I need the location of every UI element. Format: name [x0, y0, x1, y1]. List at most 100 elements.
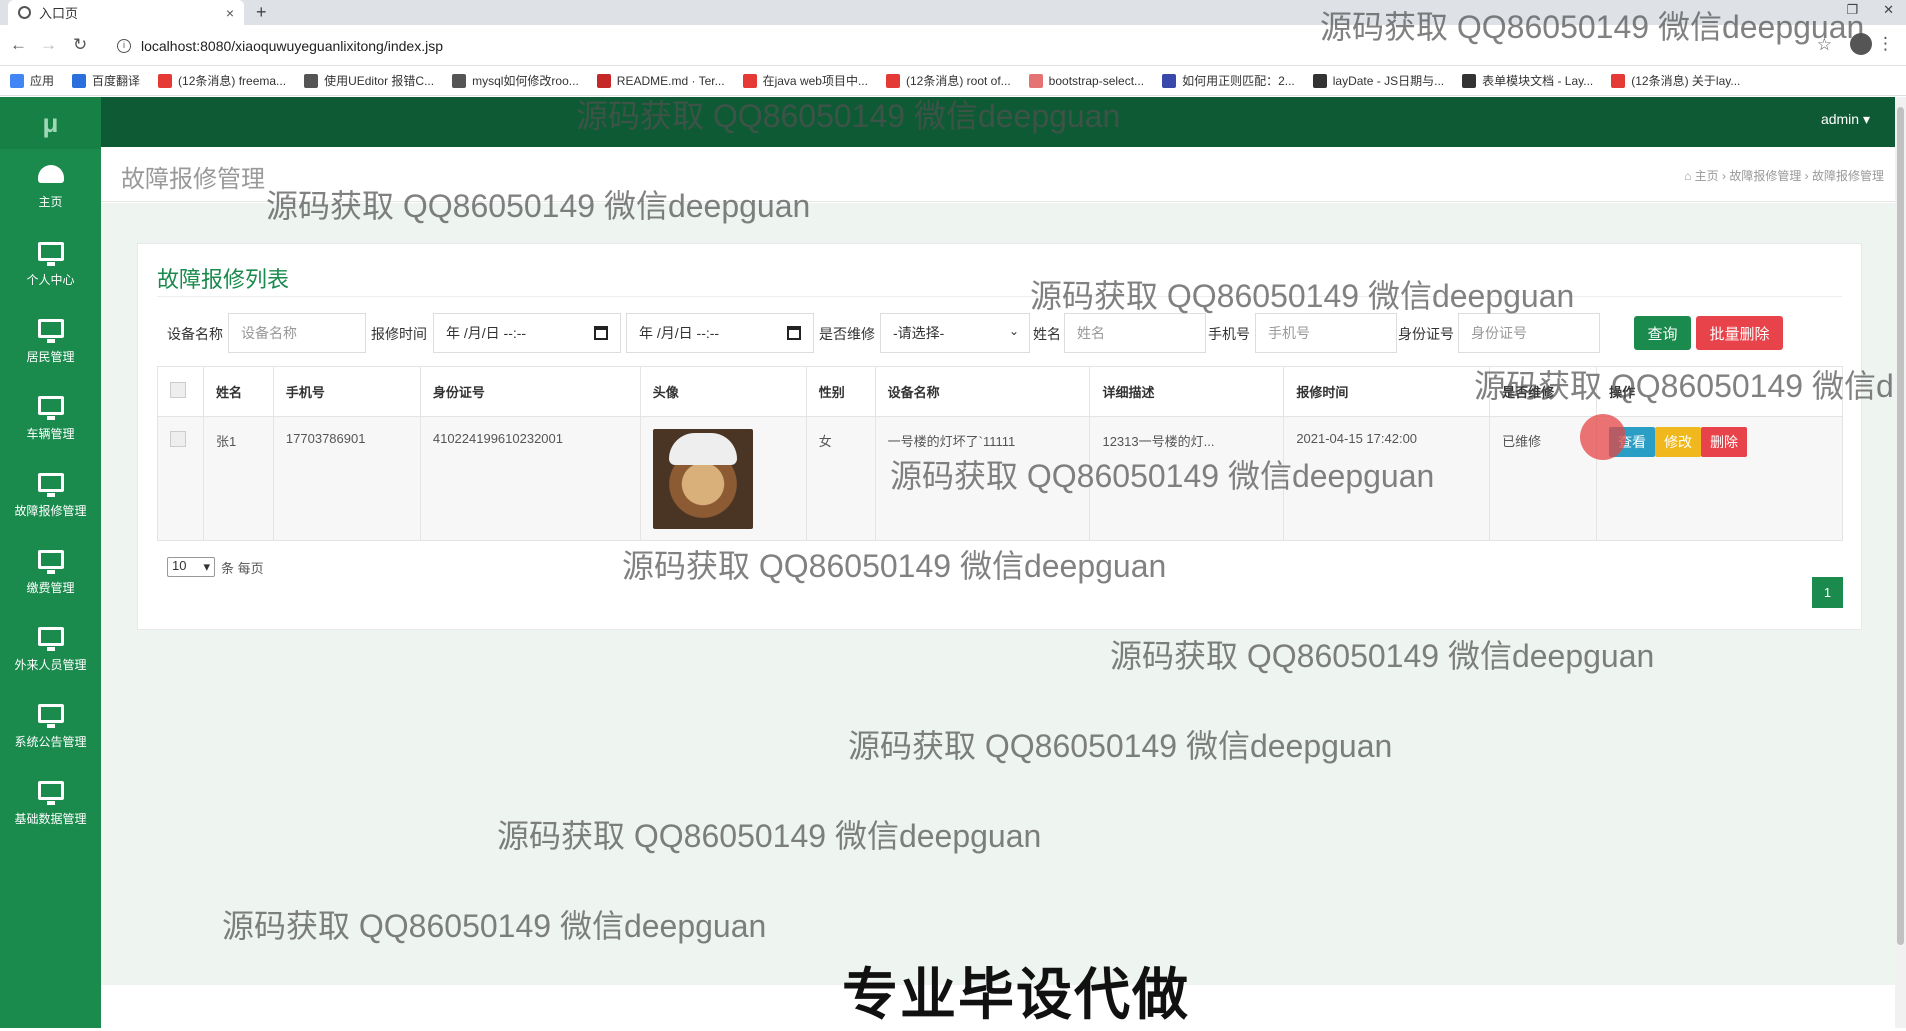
- watermark-text: 源码获取 QQ86050149 微信deepguan: [1110, 638, 1655, 674]
- sidebar-item-label: 车辆管理: [26, 426, 75, 441]
- bookmark-label: 表单模块文档 - Lay...: [1482, 74, 1594, 88]
- sidebar-item-label: 基础数据管理: [14, 811, 87, 826]
- bookmark-item[interactable]: 如何用正则匹配：2...: [1162, 72, 1295, 89]
- date-end-input[interactable]: 年 /月/日 --:--: [626, 313, 814, 353]
- bookmark-label: 如何用正则匹配：2...: [1182, 74, 1295, 88]
- cell-phone: 17703786901: [272, 416, 421, 541]
- cell-actions: 查看 修改 删除: [1596, 416, 1843, 541]
- column-header: 报修时间: [1283, 366, 1491, 417]
- bookmark-label: 百度翻译: [92, 74, 141, 88]
- panel-divider: [157, 296, 1842, 297]
- column-header: 头像: [639, 366, 807, 417]
- bookmark-item[interactable]: 在java web项目中...: [742, 72, 868, 89]
- device-name-input[interactable]: 设备名称: [228, 313, 366, 353]
- repaired-select[interactable]: -请选择- ⌄: [880, 313, 1030, 353]
- filter-bar: 设备名称 设备名称 报修时间 年 /月/日 --:-- 年 /月/日 --:--…: [138, 313, 1863, 355]
- bookmark-item[interactable]: layDate - JS日期与...: [1312, 72, 1444, 89]
- sidebar-item[interactable]: 系统公告管理: [0, 688, 101, 765]
- sidebar-item[interactable]: 居民管理: [0, 303, 101, 380]
- page-scrollbar[interactable]: [1895, 97, 1906, 1028]
- monitor-icon: [37, 780, 64, 805]
- batch-delete-button[interactable]: 批量删除: [1696, 316, 1783, 350]
- bookmark-item[interactable]: (12条消息) freema...: [158, 72, 286, 89]
- phone-input[interactable]: 手机号: [1255, 313, 1397, 353]
- search-button[interactable]: 查询: [1634, 316, 1691, 350]
- bookmark-item[interactable]: 表单模块文档 - Lay...: [1462, 72, 1593, 89]
- sidebar-item[interactable]: 外来人员管理: [0, 611, 101, 688]
- select-all-cell: [157, 366, 204, 417]
- bookmark-label: (12条消息) 关于lay...: [1631, 74, 1741, 88]
- monitor-icon: [37, 395, 64, 420]
- column-header: 设备名称: [874, 366, 1091, 417]
- user-menu[interactable]: admin ▾: [1821, 111, 1870, 128]
- bookmark-item[interactable]: 使用UEditor 报错C...: [304, 72, 434, 89]
- watermark-text: 源码获取 QQ86050149 微信deepguan: [1474, 368, 1906, 404]
- sidebar-item[interactable]: 缴费管理: [0, 534, 101, 611]
- bookmark-favicon-icon: [10, 73, 24, 88]
- page-size-control: 10 条 每页: [167, 557, 264, 577]
- bookmark-item[interactable]: (12条消息) 关于lay...: [1611, 72, 1740, 89]
- column-header: 身份证号: [419, 366, 641, 417]
- row-select-cell: [157, 416, 204, 541]
- sidebar-item[interactable]: 主页: [0, 149, 101, 226]
- bookmark-favicon-icon: [1312, 73, 1327, 88]
- watermark-text: 源码获取 QQ86050149 微信deepguan: [576, 98, 1121, 134]
- back-arrow-icon[interactable]: ←: [10, 35, 27, 55]
- monitor-icon: [37, 626, 64, 651]
- bookmark-item[interactable]: (12条消息) root of...: [885, 72, 1011, 89]
- tab-close-icon[interactable]: ×: [226, 5, 234, 21]
- sidebar-item-label: 主页: [38, 195, 63, 209]
- bookmark-item[interactable]: bootstrap-select...: [1028, 73, 1145, 88]
- bookmark-favicon-icon: [452, 73, 467, 88]
- edit-button[interactable]: 修改: [1655, 427, 1702, 457]
- select-all-checkbox[interactable]: [170, 382, 186, 398]
- phone-label: 手机号: [1208, 326, 1250, 342]
- bookmark-item[interactable]: 百度翻译: [72, 72, 140, 89]
- chevron-down-icon: ⌄: [1008, 324, 1019, 338]
- scrollbar-thumb[interactable]: [1897, 107, 1904, 945]
- calendar-icon[interactable]: [787, 326, 801, 340]
- calendar-icon[interactable]: [594, 326, 608, 340]
- pagination-page[interactable]: 1: [1812, 577, 1843, 608]
- promo-banner: 专业毕设代做: [842, 963, 1190, 1026]
- watermark-text: 源码获取 QQ86050149 微信deepguan: [1030, 278, 1575, 314]
- sidebar-item[interactable]: 基础数据管理: [0, 765, 101, 842]
- close-window-icon[interactable]: ✕: [1883, 2, 1894, 18]
- row-checkbox[interactable]: [170, 431, 186, 447]
- delete-button[interactable]: 删除: [1701, 427, 1748, 457]
- bookmark-favicon-icon: [885, 73, 900, 88]
- name-label: 姓名: [1033, 326, 1061, 342]
- browser-tab[interactable]: 入口页 ×: [8, 0, 244, 25]
- bookmark-favicon-icon: [1162, 73, 1177, 88]
- app-logo[interactable]: μ: [0, 97, 101, 149]
- bookmark-item[interactable]: 应用: [10, 72, 54, 89]
- bookmark-favicon-icon: [1462, 73, 1477, 88]
- breadcrumb: ⌂ 主页 › 故障报修管理 › 故障报修管理: [1684, 169, 1884, 183]
- idcard-label: 身份证号: [1398, 326, 1454, 342]
- bookmark-item[interactable]: README.md · Ter...: [596, 73, 725, 88]
- date-start-input[interactable]: 年 /月/日 --:--: [433, 313, 621, 353]
- page-size-select[interactable]: 10: [167, 557, 215, 577]
- watermark-text: 源码获取 QQ86050149 微信deepguan: [890, 458, 1435, 494]
- bookmark-label: 在java web项目中...: [762, 74, 868, 88]
- bookmark-favicon-icon: [304, 73, 319, 88]
- forward-arrow-icon[interactable]: →: [40, 35, 57, 55]
- sidebar-item[interactable]: 车辆管理: [0, 380, 101, 457]
- reload-icon[interactable]: ↻: [73, 35, 87, 55]
- monitor-icon: [37, 549, 64, 574]
- idcard-input[interactable]: 身份证号: [1458, 313, 1600, 353]
- name-input[interactable]: 姓名: [1064, 313, 1206, 353]
- bookmark-label: bootstrap-select...: [1048, 73, 1145, 88]
- column-header: 详细描述: [1089, 366, 1285, 417]
- sidebar-item[interactable]: 个人中心: [0, 226, 101, 303]
- sidebar-item-label: 居民管理: [26, 349, 75, 364]
- info-icon[interactable]: i: [117, 38, 131, 53]
- sidebar-item[interactable]: 故障报修管理: [0, 457, 101, 534]
- bookmark-item[interactable]: mysql如何修改roo...: [452, 72, 579, 89]
- sidebar-item-label: 外来人员管理: [14, 657, 87, 672]
- new-tab-button[interactable]: +: [256, 2, 267, 23]
- bookmark-label: mysql如何修改roo...: [472, 74, 579, 88]
- browser-menu-icon[interactable]: ⋮: [1877, 34, 1894, 54]
- dashboard-icon: [37, 165, 64, 183]
- device-label: 设备名称: [167, 326, 223, 342]
